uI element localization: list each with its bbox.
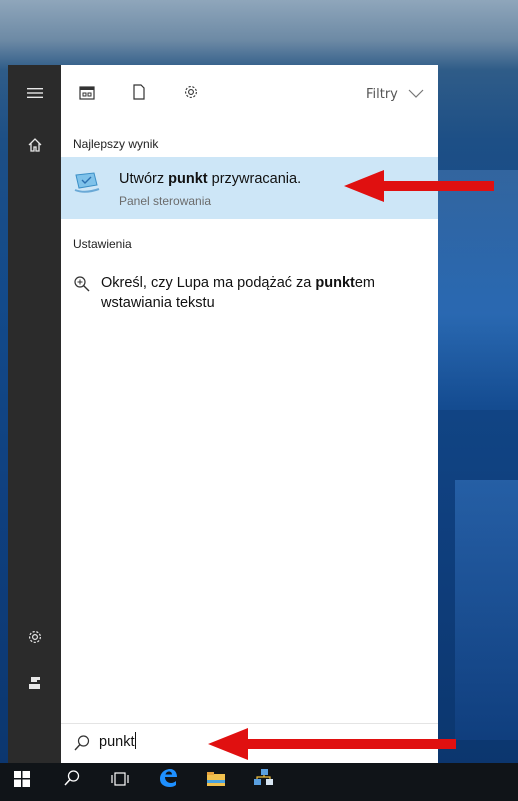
best-match-title: Utwórz punkt przywracania. xyxy=(119,171,301,187)
gear-icon[interactable] xyxy=(8,625,61,655)
taskbar xyxy=(0,763,518,801)
magnifier-icon xyxy=(73,275,91,293)
text-highlight: punkt xyxy=(315,275,355,291)
wallpaper-light-ray xyxy=(455,480,518,740)
apps-icon[interactable] xyxy=(75,83,99,107)
title-suffix: przywracania. xyxy=(207,171,302,187)
hamburger-icon[interactable] xyxy=(8,79,61,109)
home-icon[interactable] xyxy=(8,133,61,163)
text-caret xyxy=(135,732,137,749)
best-match-heading: Najlepszy wynik xyxy=(73,137,159,151)
user-icon[interactable] xyxy=(8,671,61,701)
windows-start-icon[interactable] xyxy=(2,767,42,797)
task-view-icon[interactable] xyxy=(100,767,140,797)
file-explorer-icon[interactable] xyxy=(196,767,236,797)
filters-dropdown[interactable]: Filtry xyxy=(366,87,424,102)
title-prefix: Utwórz xyxy=(119,171,169,187)
start-rail xyxy=(8,65,61,763)
chevron-down-icon xyxy=(408,87,424,102)
edge-browser-icon[interactable] xyxy=(148,767,188,797)
search-icon[interactable] xyxy=(52,767,92,797)
settings-heading: Ustawienia xyxy=(73,237,132,251)
annotation-arrow-icon xyxy=(344,170,494,202)
search-icon xyxy=(73,734,91,752)
settings-result[interactable]: Określ, czy Lupa ma podążać za punktem w… xyxy=(61,271,438,323)
gear-icon[interactable] xyxy=(179,83,203,107)
title-highlight: punkt xyxy=(168,171,208,187)
search-toolbar: Filtry xyxy=(61,65,438,125)
wallpaper-light-ray xyxy=(430,170,518,410)
settings-result-text: Określ, czy Lupa ma podążać za punktem w… xyxy=(101,273,421,313)
text-prefix: Określ, czy Lupa ma podążać za xyxy=(101,275,316,291)
filters-label: Filtry xyxy=(365,87,398,102)
restore-point-icon xyxy=(73,171,101,195)
best-match-subtitle: Panel sterowania xyxy=(119,194,212,208)
annotation-arrow-icon xyxy=(208,728,456,760)
document-icon[interactable] xyxy=(127,83,151,107)
network-icon[interactable] xyxy=(244,767,284,797)
search-value: punkt xyxy=(99,734,135,750)
